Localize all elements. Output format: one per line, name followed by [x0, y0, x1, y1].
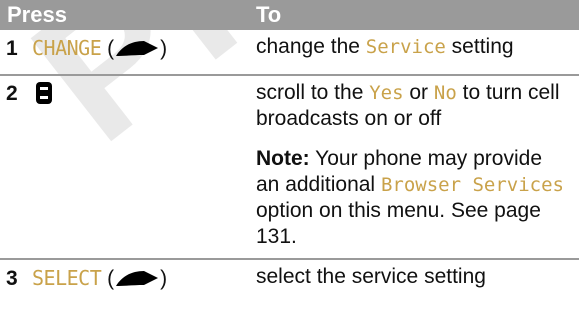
paren-close: )	[160, 37, 168, 60]
note-label: Note:	[256, 147, 310, 170]
desc-text: change the	[256, 35, 366, 58]
step-number: 2	[6, 82, 18, 105]
step-press-cell: 3 SELECT ()	[0, 259, 249, 294]
table-header-row: Press To	[0, 0, 579, 30]
step-press-cell: 1 CHANGE ()	[0, 30, 249, 76]
step-description: change the Service setting	[249, 30, 579, 76]
display-text-yes: Yes	[369, 82, 404, 104]
desc-text: scroll to the	[256, 81, 370, 104]
desc-text: setting	[445, 35, 514, 58]
note-paragraph: Note: Your phone may provide an addition…	[256, 146, 571, 250]
paren-open: (	[107, 267, 115, 290]
step-number: 1	[6, 37, 18, 60]
note-text: option on this menu. See page 131.	[256, 199, 541, 248]
soft-key-icon	[114, 38, 160, 64]
paren-open: (	[107, 37, 115, 60]
softkey-label-change: CHANGE	[32, 36, 102, 60]
header-press: Press	[0, 0, 249, 30]
desc-text: or	[403, 81, 434, 104]
step-row-1: 1 CHANGE () change the Service setting	[0, 30, 579, 76]
step-row-3: 3 SELECT () select the service setting	[0, 259, 579, 294]
softkey-label-select: SELECT	[32, 266, 102, 290]
step-description: select the service setting	[256, 265, 486, 288]
step-number: 3	[6, 267, 18, 290]
step-row-2: 2 scroll to the Yes or No to turn cell b…	[0, 75, 579, 260]
step-press-cell: 2	[0, 75, 249, 260]
scroll-instruction: scroll to the Yes or No to turn cell bro…	[256, 80, 571, 132]
display-text-no: No	[433, 82, 457, 104]
soft-key-icon	[114, 268, 160, 294]
nav-key-icon	[36, 82, 52, 104]
header-to: To	[249, 0, 579, 30]
paren-close: )	[160, 267, 168, 290]
step-description: scroll to the Yes or No to turn cell bro…	[249, 75, 579, 260]
display-text-browser-services: Browser Services	[380, 174, 564, 196]
display-text-service: Service	[365, 36, 446, 58]
procedure-table: Press To 1 CHANGE () change the Service s…	[0, 0, 579, 294]
